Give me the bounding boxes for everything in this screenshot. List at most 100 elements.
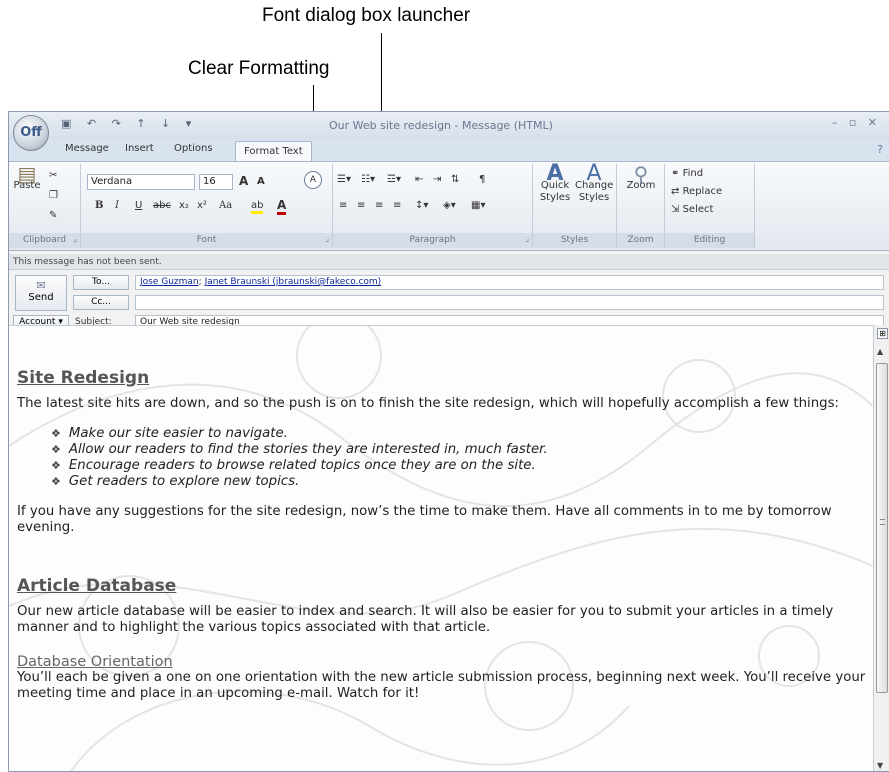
office-button[interactable]: Off	[13, 115, 49, 151]
subscript-button[interactable]: x₂	[179, 200, 189, 211]
shrink-font-button[interactable]: A	[257, 176, 265, 187]
to-field[interactable]: Jose Guzman; Janet Braunski (jbraunski@f…	[135, 275, 884, 290]
italic-button[interactable]: I	[115, 200, 119, 211]
ribbon-tabs: Message Insert Options Format Text ?	[9, 139, 889, 162]
justify-icon[interactable]: ≡	[393, 200, 401, 211]
font-color-button[interactable]: A	[277, 198, 287, 215]
align-center-icon[interactable]: ≡	[357, 200, 365, 211]
align-left-icon[interactable]: ≡	[339, 200, 347, 211]
format-painter-icon[interactable]: ✎	[49, 210, 57, 221]
change-styles-icon: A	[586, 161, 602, 186]
font-size-box[interactable]: 16	[199, 174, 233, 190]
cc-button[interactable]: Cc...	[73, 295, 129, 310]
clipboard-launcher-icon[interactable]: ⌟	[73, 231, 77, 246]
change-styles-button[interactable]: A Change Styles	[575, 161, 614, 204]
group-label-font: Font ⌟	[81, 233, 332, 248]
list-item: Get readers to explore new topics.	[51, 474, 867, 490]
decrease-indent-icon[interactable]: ⇤	[415, 174, 423, 185]
ribbon: ▤ Paste ✂ ❐ ✎ Clipboard ⌟ Verdana 16 A A …	[9, 161, 889, 251]
change-case-button[interactable]: Aa	[219, 200, 232, 211]
heading-site-redesign: Site Redesign	[17, 368, 150, 388]
cut-icon[interactable]: ✂	[49, 170, 57, 181]
copy-icon[interactable]: ❐	[49, 190, 58, 201]
heading-article-database: Article Database	[17, 576, 177, 596]
group-font: Verdana 16 A A A B I U abc x₂ x² Aa ab A…	[81, 164, 333, 248]
magnifier-icon: ⚲	[633, 162, 649, 186]
send-button[interactable]: ✉ Send	[15, 275, 67, 311]
zoom-button[interactable]: ⚲ Zoom	[621, 162, 661, 192]
recipient-separator: ;	[198, 277, 202, 287]
tab-insert[interactable]: Insert	[125, 143, 154, 154]
heading-database-orientation: Database Orientation	[17, 654, 173, 670]
show-marks-icon[interactable]: ¶	[479, 174, 485, 185]
tab-message[interactable]: Message	[65, 143, 109, 154]
group-label-paragraph: Paragraph ⌟	[333, 233, 532, 248]
group-label-editing: Editing	[665, 233, 754, 248]
list-item: Encourage readers to browse related topi…	[51, 458, 867, 474]
recipient-link-2[interactable]: Janet Braunski (jbraunski@fakeco.com)	[205, 277, 382, 287]
callout-clear-formatting: Clear Formatting	[188, 58, 330, 79]
change-styles-label: Change Styles	[575, 180, 614, 203]
grow-font-button[interactable]: A	[239, 174, 248, 188]
quick-styles-icon: A	[546, 161, 564, 186]
group-paragraph: ☰▾ ☷▾ ☲▾ ⇤ ⇥ ⇅ ¶ ≡ ≡ ≡ ≡ ↕▾ ◈▾ ▦▾ Paragr…	[333, 164, 533, 248]
paragraph-intro: The latest site hits are down, and so th…	[17, 396, 840, 411]
select-icon: ⇲	[671, 204, 683, 215]
to-button[interactable]: To...	[73, 275, 129, 290]
list-item: Make our site easier to navigate.	[51, 426, 867, 442]
strikethrough-button[interactable]: abc	[153, 200, 171, 211]
paste-button[interactable]: ▤ Paste	[13, 162, 41, 192]
clipboard-icon: ▤	[17, 162, 37, 186]
cc-field[interactable]	[135, 295, 884, 310]
scroll-thumb[interactable]	[876, 363, 888, 693]
multilevel-list-icon[interactable]: ☲▾	[387, 174, 401, 185]
outlook-window: ▣ ↶ ↷ ↑ ↓ ▾ Our Web site redesign - Mess…	[8, 111, 889, 772]
bold-button[interactable]: B	[95, 200, 103, 211]
scroll-down-icon[interactable]: ▼	[877, 761, 883, 770]
bullet-list: Make our site easier to navigate. Allow …	[51, 426, 867, 490]
find-button[interactable]: ⚭ Find	[671, 168, 703, 179]
superscript-button[interactable]: x²	[197, 200, 207, 211]
align-right-icon[interactable]: ≡	[375, 200, 383, 211]
quick-styles-button[interactable]: A Quick Styles	[537, 161, 573, 204]
message-content: Site Redesign The latest site hits are d…	[17, 366, 867, 716]
line-spacing-icon[interactable]: ↕▾	[415, 200, 428, 211]
sort-icon[interactable]: ⇅	[451, 174, 459, 185]
paragraph-launcher-icon[interactable]: ⌟	[525, 231, 529, 246]
recipient-link-1[interactable]: Jose Guzman	[140, 277, 199, 287]
numbering-icon[interactable]: ☷▾	[361, 174, 375, 185]
bullets-icon[interactable]: ☰▾	[337, 174, 351, 185]
paragraph-orientation: You’ll each be given a one on one orient…	[17, 670, 866, 701]
font-dialog-launcher-icon[interactable]: ⌟	[325, 231, 329, 246]
increase-indent-icon[interactable]: ⇥	[433, 174, 441, 185]
scroll-grip	[880, 519, 885, 525]
callout-font-dialog-launcher: Font dialog box launcher	[262, 5, 471, 26]
help-icon[interactable]: ?	[877, 143, 883, 156]
replace-button[interactable]: ⇄ Replace	[671, 186, 722, 197]
tab-options[interactable]: Options	[174, 143, 213, 154]
window-title: Our Web site redesign - Message (HTML)	[329, 119, 553, 132]
ruler-toggle-icon[interactable]: ⊞	[877, 328, 888, 339]
select-button[interactable]: ⇲ Select	[671, 204, 713, 215]
paragraph-suggestions: If you have any suggestions for the site…	[17, 504, 832, 535]
shading-icon[interactable]: ◈▾	[443, 200, 456, 211]
paragraph-database: Our new article database will be easier …	[17, 604, 834, 635]
quick-access-toolbar[interactable]: ▣ ↶ ↷ ↑ ↓ ▾	[61, 117, 197, 130]
clear-formatting-button[interactable]: A	[304, 171, 322, 189]
quick-styles-label: Quick Styles	[539, 180, 571, 203]
underline-button[interactable]: U	[135, 200, 142, 211]
group-clipboard: ▤ Paste ✂ ❐ ✎ Clipboard ⌟	[9, 164, 81, 248]
borders-icon[interactable]: ▦▾	[471, 200, 485, 211]
replace-icon: ⇄	[671, 186, 683, 197]
send-icon: ✉	[36, 279, 46, 292]
highlight-button[interactable]: ab	[251, 200, 264, 214]
info-bar: This message has not been sent.	[9, 254, 889, 270]
message-body[interactable]: Site Redesign The latest site hits are d…	[9, 325, 873, 771]
paste-label: Paste	[13, 180, 41, 191]
title-bar: ▣ ↶ ↷ ↑ ↓ ▾ Our Web site redesign - Mess…	[9, 112, 889, 139]
window-controls[interactable]: – ▫ ✕	[832, 116, 881, 129]
tab-format-text[interactable]: Format Text	[235, 141, 312, 162]
vertical-scrollbar[interactable]: ⊞ ▲ ▼	[873, 325, 889, 771]
font-name-box[interactable]: Verdana	[87, 174, 195, 190]
scroll-up-icon[interactable]: ▲	[877, 347, 883, 356]
